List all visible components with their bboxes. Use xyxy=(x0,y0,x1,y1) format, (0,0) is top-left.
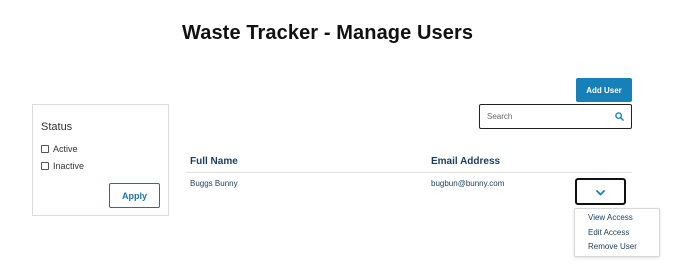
page-title: Waste Tracker - Manage Users xyxy=(182,22,474,44)
menu-item-edit-access[interactable]: Edit Access xyxy=(588,228,629,237)
cell-full-name: Buggs Bunny xyxy=(190,179,238,188)
filter-title: Status xyxy=(41,121,73,133)
menu-item-remove-user[interactable]: Remove User xyxy=(588,242,637,251)
status-filter-panel: Status Active Inactive Apply xyxy=(32,104,169,216)
inactive-checkbox[interactable] xyxy=(41,162,49,170)
column-header-email: Email Address xyxy=(431,156,501,167)
row-actions-menu: View Access Edit Access Remove User xyxy=(574,208,660,257)
active-checkbox[interactable] xyxy=(41,145,49,153)
row-actions-dropdown-button[interactable] xyxy=(575,178,626,205)
filter-option-inactive[interactable]: Inactive xyxy=(41,161,84,171)
filter-option-label: Inactive xyxy=(53,161,85,171)
search-input[interactable] xyxy=(487,112,614,121)
column-header-full-name: Full Name xyxy=(190,156,238,167)
cell-email: bugbun@bunny.com xyxy=(431,179,505,188)
chevron-down-icon xyxy=(596,183,605,201)
menu-item-view-access[interactable]: View Access xyxy=(588,213,633,222)
search-icon[interactable] xyxy=(614,112,624,122)
filter-option-label: Active xyxy=(53,144,78,154)
apply-button[interactable]: Apply xyxy=(109,183,160,208)
add-user-button[interactable]: Add User xyxy=(576,78,632,102)
table-header-divider xyxy=(186,172,632,173)
filter-option-active[interactable]: Active xyxy=(41,144,78,154)
search-box[interactable] xyxy=(479,104,632,129)
manage-users-page: Waste Tracker - Manage Users Status Acti… xyxy=(0,0,680,271)
